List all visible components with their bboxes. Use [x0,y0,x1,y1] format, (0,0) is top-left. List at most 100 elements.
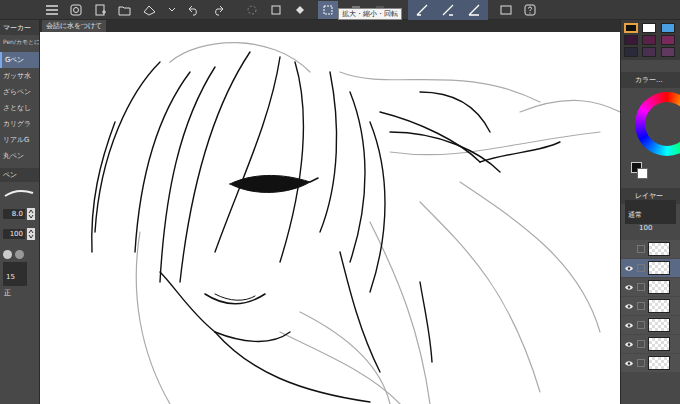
brush-opacity-stepper[interactable] [27,228,35,240]
brush-size[interactable]: 8.0 [0,204,39,224]
color-swatch[interactable] [624,23,638,33]
ruler-group [408,0,488,20]
brush-size-value: 8.0 [12,209,23,219]
artwork[interactable] [40,32,620,404]
layer-row[interactable] [621,278,680,296]
brush-opacity[interactable]: 100 [0,224,39,244]
tool-item-label: ざらペン [3,87,31,97]
stepper-icon [28,229,34,239]
color-swatch[interactable] [661,35,675,45]
layer-opacity[interactable]: 100 [621,220,680,236]
brush-preview [0,182,39,204]
document-tab-label: 会話に水をつけて [46,21,102,31]
layer-row[interactable] [621,259,680,277]
clear-icon[interactable] [270,4,282,16]
brush-shapes[interactable] [0,244,39,264]
dropdown-icon[interactable] [168,7,176,13]
layer-check[interactable] [637,245,645,253]
tool-item[interactable]: カリグラ [0,116,39,132]
color-wheel[interactable] [635,92,680,156]
visibility-toggle[interactable] [624,244,634,254]
new-icon[interactable] [94,4,106,16]
transform-icon [322,4,334,16]
round-brush-icon[interactable] [3,250,12,259]
color-swatch[interactable] [642,47,656,57]
eye-icon [624,341,634,348]
layer-opacity-value: 100 [639,223,652,233]
visibility-toggle[interactable] [624,320,634,330]
brush-size-field[interactable]: 8.0 [3,209,25,219]
visibility-toggle[interactable] [624,358,634,368]
visibility-toggle[interactable] [624,282,634,292]
help-icon[interactable] [524,4,536,16]
tool-item[interactable]: Gペン [0,52,39,68]
tool-item-label: 丸ペン [3,151,24,161]
layer-check[interactable] [637,359,645,367]
ruler-snap-icon[interactable] [442,4,454,16]
open-icon[interactable] [118,4,131,16]
blend-value: 通常 [628,211,642,219]
color-swatch[interactable] [661,47,675,57]
app-icon[interactable] [70,4,82,16]
eye-icon [624,284,634,291]
stabilization[interactable]: 15 [0,264,39,284]
layer-check[interactable] [637,321,645,329]
canvas[interactable] [40,32,620,404]
stabilization-value: 15 [6,273,15,281]
layer-check[interactable] [637,264,645,272]
ruler-edit-icon[interactable] [468,4,480,16]
stepper-icon [28,209,34,219]
undo-icon[interactable] [188,4,200,16]
visibility-toggle[interactable] [624,301,634,311]
transform-button[interactable] [318,1,338,19]
tool-item[interactable]: ガッサ水 [0,68,39,84]
layer-thumbnail [648,242,670,256]
property-title: ペン [0,168,39,182]
color-swatch[interactable] [642,23,656,33]
layer-row[interactable] [621,335,680,353]
color-swatch[interactable] [624,47,638,57]
view-icon[interactable] [500,4,512,16]
layer-row[interactable] [621,316,680,334]
correction-label: 正 [0,284,39,302]
tool-list: Gペンガッサ水ざらペンさとなしカリグラリアルG 丸ペン [0,52,39,164]
ruler-icon[interactable] [416,4,428,16]
layer-row[interactable] [621,297,680,315]
tool-item-label: カリグラ [3,119,31,129]
menu-icon[interactable] [46,5,58,15]
palette-group[interactable]: Pen/カモとに [0,35,39,48]
layer-thumbnail [648,337,670,351]
blend-dropdown[interactable]: 通常 [625,200,676,224]
color-swatch[interactable] [661,23,675,33]
tool-item[interactable]: 丸ペン [0,148,39,164]
color-swatch[interactable] [624,35,638,45]
current-colors[interactable] [621,160,680,182]
color-swatch[interactable] [642,35,656,45]
redo-icon[interactable] [212,4,224,16]
fill-icon[interactable] [294,4,306,16]
layer-thumbnail [648,261,670,275]
layer-check[interactable] [637,283,645,291]
layer-row[interactable] [621,354,680,372]
tool-item[interactable]: さとなし [0,100,39,116]
document-tab[interactable]: 会話に水をつけて [42,20,106,32]
save-icon[interactable] [143,4,156,16]
brush-size-stepper[interactable] [27,208,35,220]
tool-item[interactable]: ざらペン [0,84,39,100]
tool-item-label: ガッサ水 [3,71,31,81]
sparkle-icon[interactable] [246,4,258,16]
tool-panel: マーカーPen/カモとに Gペンガッサ水ざらペンさとなしカリグラリアルG 丸ペンペン… [0,20,40,404]
stabilization-field[interactable]: 15 [3,262,27,286]
visibility-toggle[interactable] [624,263,634,273]
layer-check[interactable] [637,340,645,348]
layer-check[interactable] [637,302,645,310]
palette-title: マーカー [0,20,39,35]
tool-item[interactable]: リアルG [0,132,39,148]
layer-row[interactable] [621,240,680,258]
brush-opacity-field[interactable]: 100 [3,229,25,239]
eye-icon [624,265,634,272]
sub-color-box[interactable] [637,168,648,179]
tool-item-label: さとなし [3,103,31,113]
visibility-toggle[interactable] [624,339,634,349]
soft-brush-icon[interactable] [15,250,24,259]
